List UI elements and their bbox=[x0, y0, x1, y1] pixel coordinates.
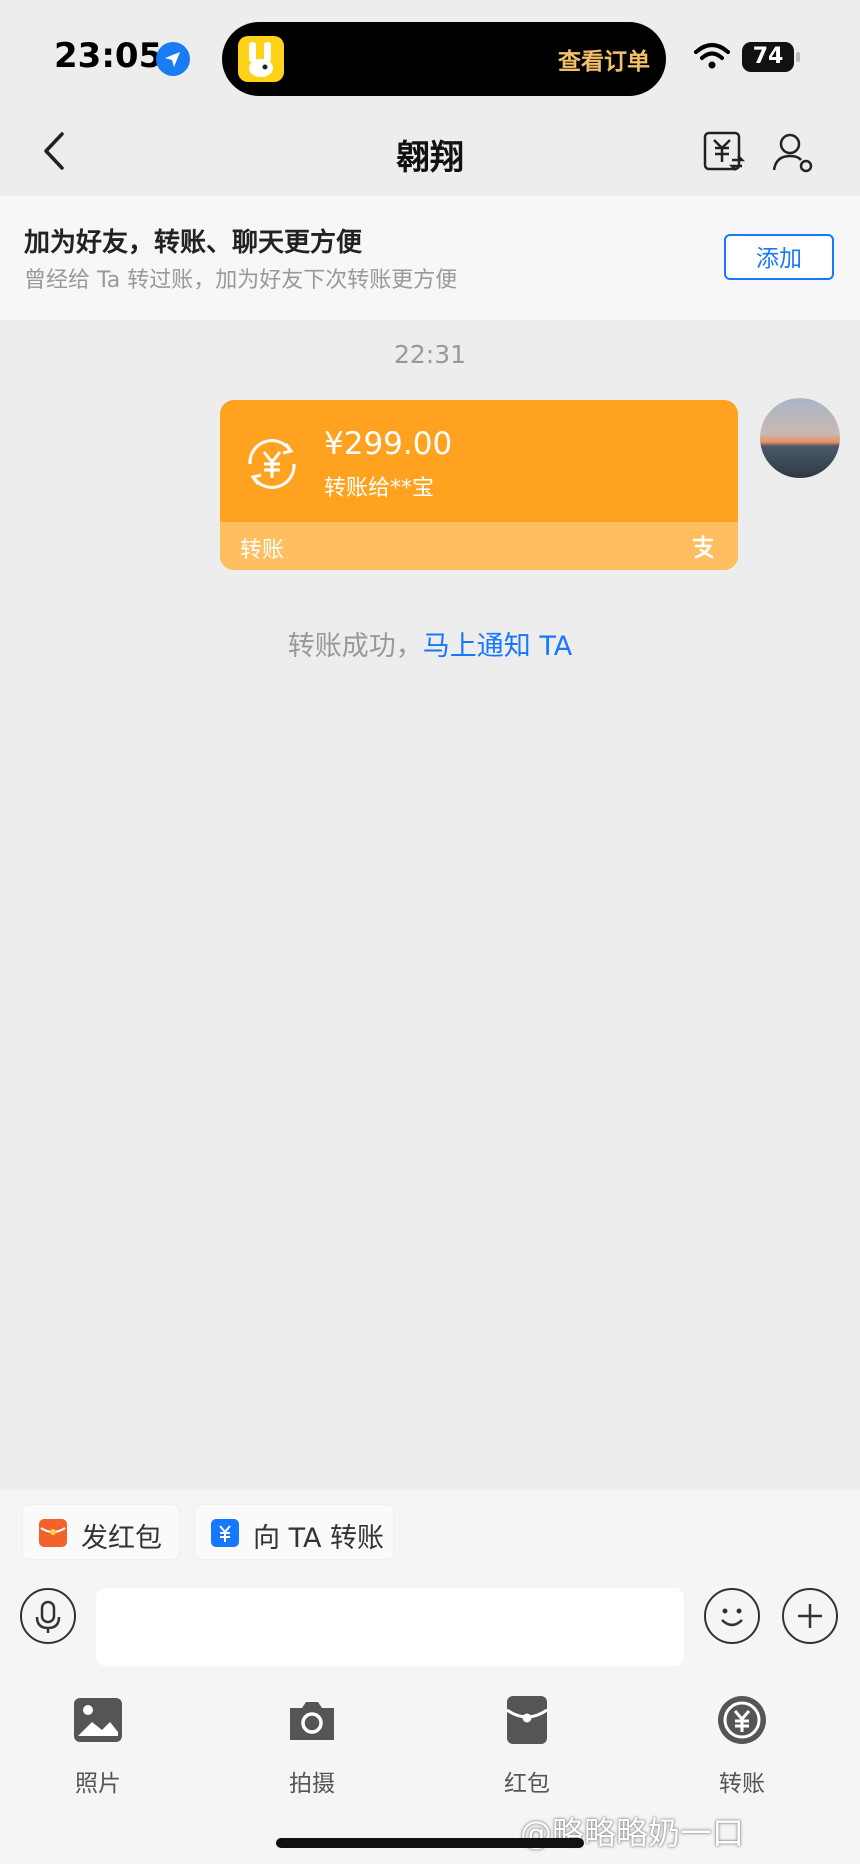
alipay-icon bbox=[690, 534, 716, 560]
dynamic-island[interactable]: 查看订单 bbox=[222, 22, 666, 96]
tool-label: 拍摄 bbox=[289, 1771, 335, 1797]
battery-indicator: 74 bbox=[742, 42, 794, 72]
transfer-notice: 转账成功，马上通知 TA bbox=[0, 624, 860, 663]
transfer-icon bbox=[716, 1694, 768, 1746]
card-type-label: 转账 bbox=[240, 538, 285, 563]
voice-icon[interactable] bbox=[20, 1588, 76, 1644]
red-packet-icon bbox=[501, 1694, 553, 1746]
transfer-amount: ¥299.00 bbox=[324, 426, 453, 462]
chip-label: 发红包 bbox=[81, 1523, 162, 1554]
tool-photo[interactable]: 照片 bbox=[38, 1694, 158, 1798]
banner-title: 加为好友，转账、聊天更方便 bbox=[24, 228, 363, 258]
tool-label: 红包 bbox=[504, 1771, 550, 1797]
tool-red-packet[interactable]: 红包 bbox=[467, 1694, 587, 1798]
banner-subtitle: 曾经给 Ta 转过账，加为好友下次转账更方便 bbox=[24, 268, 458, 293]
location-icon bbox=[156, 42, 190, 76]
notice-text: 转账成功， bbox=[287, 631, 423, 662]
chip-label: 向 TA 转账 bbox=[253, 1523, 385, 1554]
transfer-record-icon[interactable] bbox=[702, 130, 746, 174]
notify-link[interactable]: 马上通知 TA bbox=[423, 631, 572, 662]
status-time: 23:05 bbox=[54, 36, 163, 76]
camera-icon bbox=[286, 1694, 338, 1746]
tool-label: 照片 bbox=[75, 1771, 121, 1797]
add-friend-button[interactable]: 添加 bbox=[724, 234, 834, 280]
tool-transfer[interactable]: 转账 bbox=[682, 1694, 802, 1798]
message-input[interactable] bbox=[96, 1588, 684, 1666]
wifi-icon bbox=[692, 40, 732, 74]
avatar[interactable] bbox=[760, 398, 840, 478]
card-body: ¥299.00 转账给**宝 bbox=[220, 400, 738, 522]
tool-camera[interactable]: 拍摄 bbox=[252, 1694, 372, 1798]
transfer-recipient: 转账给**宝 bbox=[324, 476, 435, 501]
message-timestamp: 22:31 bbox=[393, 340, 467, 369]
tool-label: 转账 bbox=[719, 1771, 765, 1797]
island-order-text[interactable]: 查看订单 bbox=[558, 42, 650, 76]
photo-icon bbox=[72, 1694, 124, 1746]
transfer-icon bbox=[240, 432, 304, 496]
add-friend-banner: 加为好友，转账、聊天更方便 曾经给 Ta 转过账，加为好友下次转账更方便 添加 bbox=[0, 196, 860, 320]
plus-icon[interactable] bbox=[782, 1588, 838, 1644]
back-icon[interactable] bbox=[36, 128, 76, 174]
card-footer: 转账 bbox=[220, 522, 738, 570]
red-packet-icon bbox=[39, 1519, 67, 1547]
transfer-card[interactable]: ¥299.00 转账给**宝 转账 bbox=[220, 400, 738, 570]
transfer-ticket-icon bbox=[211, 1519, 239, 1547]
app-icon bbox=[238, 36, 284, 82]
send-red-packet-chip[interactable]: 发红包 bbox=[22, 1504, 180, 1560]
transfer-to-ta-chip[interactable]: 向 TA 转账 bbox=[194, 1504, 394, 1560]
page-title: 翱翔 bbox=[396, 138, 464, 178]
emoji-icon[interactable] bbox=[704, 1588, 760, 1644]
battery-tip bbox=[796, 52, 800, 62]
home-indicator[interactable] bbox=[276, 1838, 584, 1848]
person-settings-icon[interactable] bbox=[770, 130, 814, 174]
